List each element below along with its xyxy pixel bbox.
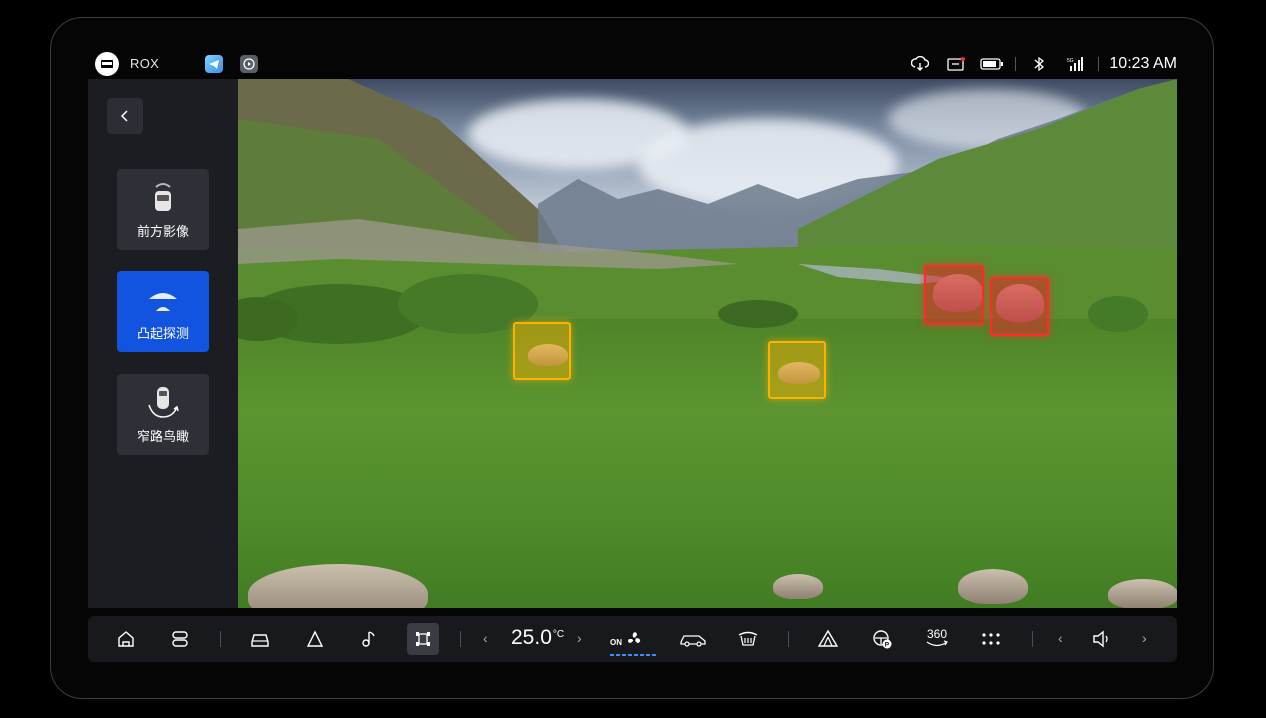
- tent-icon[interactable]: [812, 623, 844, 655]
- obstacle-marker-warning[interactable]: [513, 322, 571, 380]
- temperature-display: 25.0°C: [511, 626, 565, 649]
- status-divider: [1015, 57, 1017, 71]
- mode-narrow-road-birdview[interactable]: 窄路鸟瞰: [117, 374, 209, 455]
- svg-text:5G: 5G: [1067, 58, 1074, 64]
- brand-label: ROX: [130, 56, 160, 71]
- apps-icon[interactable]: [975, 623, 1007, 655]
- obstacle-marker-warning[interactable]: [768, 341, 826, 399]
- mode-bump-detect[interactable]: 凸起探测: [117, 271, 209, 352]
- brand-logo-icon: [95, 52, 119, 76]
- status-divider: [1098, 57, 1100, 71]
- rock: [773, 574, 823, 599]
- media-app-icon[interactable]: [240, 55, 258, 73]
- dock-divider: [788, 631, 789, 647]
- label-360: 360: [926, 627, 948, 641]
- fan-icon[interactable]: [618, 623, 650, 655]
- camera-view: [238, 79, 1177, 608]
- cloud-download-icon[interactable]: [907, 53, 933, 75]
- status-bar: ROX 5G 10:23 AM: [95, 50, 1177, 78]
- fan-level-indicator: [610, 654, 656, 656]
- obstacle-marker-danger[interactable]: [924, 265, 984, 325]
- bump-detect-icon: [143, 283, 183, 317]
- grass-field: [238, 319, 1177, 608]
- defrost-icon[interactable]: [732, 623, 764, 655]
- mode-label: 窄路鸟瞰: [136, 429, 189, 444]
- telegram-app-icon[interactable]: [205, 55, 223, 73]
- dock-divider: [220, 631, 221, 647]
- volume-decrease-button[interactable]: ‹: [1058, 630, 1063, 646]
- narrow-road-birdview-icon: [143, 386, 183, 420]
- bottom-dock: ‹ 25.0°C › ON P 360 ‹ ›: [88, 616, 1177, 662]
- rock: [1108, 579, 1177, 608]
- svg-text:P: P: [885, 642, 890, 649]
- home-icon[interactable]: [110, 623, 142, 655]
- dock-divider: [1032, 631, 1033, 647]
- back-button[interactable]: [107, 98, 143, 134]
- car-icon[interactable]: [244, 623, 276, 655]
- rock: [958, 569, 1028, 604]
- dock-divider: [460, 631, 461, 647]
- camera-mode-sidebar: 前方影像 凸起探测 窄路鸟瞰: [88, 79, 238, 608]
- temp-decrease-button[interactable]: ‹: [483, 630, 488, 646]
- mode-front-camera[interactable]: 前方影像: [117, 169, 209, 250]
- front-camera-car-icon: [143, 181, 183, 215]
- mode-label: 前方影像: [136, 224, 189, 239]
- steering-p-icon[interactable]: P: [866, 623, 898, 655]
- car-side-icon[interactable]: [677, 623, 709, 655]
- battery-icon: [979, 53, 1005, 75]
- obstacle-marker-danger[interactable]: [990, 277, 1049, 336]
- temp-increase-button[interactable]: ›: [577, 630, 582, 646]
- clock: 10:23 AM: [1109, 55, 1177, 72]
- bluetooth-icon[interactable]: [1026, 53, 1052, 75]
- navigation-icon[interactable]: [299, 623, 331, 655]
- volume-increase-button[interactable]: ›: [1142, 630, 1147, 646]
- toggle-icon[interactable]: [164, 623, 196, 655]
- view-360-icon[interactable]: 360: [921, 623, 953, 655]
- signal-5g-icon: 5G: [1062, 53, 1088, 75]
- offroad-camera-icon[interactable]: [407, 623, 439, 655]
- music-icon[interactable]: [353, 623, 385, 655]
- volume-icon[interactable]: [1087, 623, 1119, 655]
- mode-label: 凸起探测: [136, 326, 189, 341]
- chevron-left-icon: [120, 110, 128, 122]
- message-icon[interactable]: [943, 53, 969, 75]
